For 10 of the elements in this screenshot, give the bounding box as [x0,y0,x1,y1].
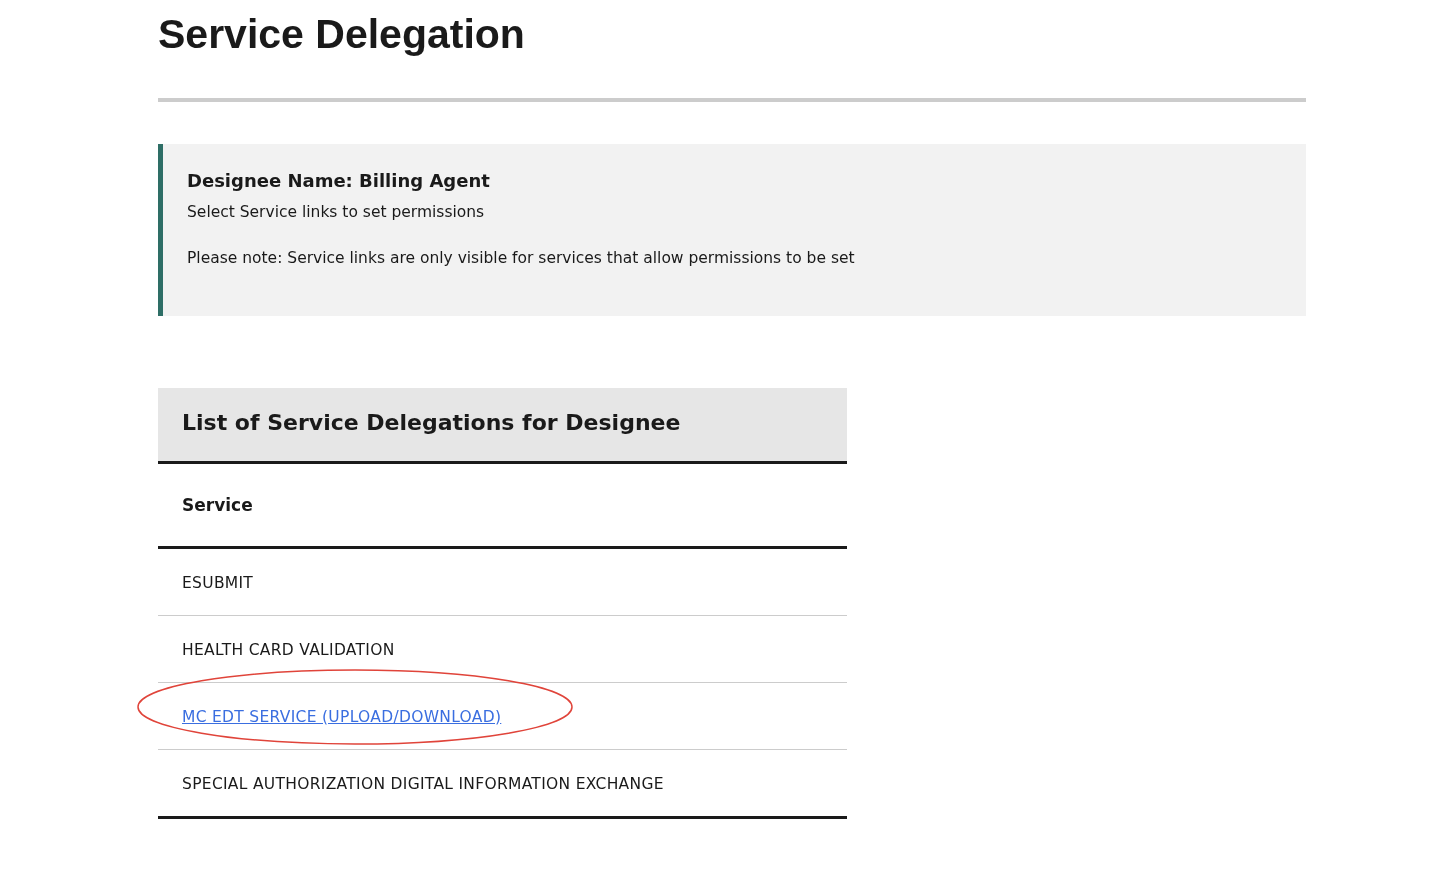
info-text: Please note: Service links are only visible for services that allow permissions to be set [187,249,856,267]
table-cell: HEALTH CARD VALIDATION [182,640,395,659]
page-title: Service Delegation [158,10,526,58]
table-cell: ESUBMIT [182,573,254,592]
column-header: Service [158,464,847,549]
table-caption: List of Service Delegations for Designee [158,388,847,464]
info-text: Select Service links to set permissions [187,203,486,221]
service-link[interactable]: MC EDT SERVICE (UPLOAD/DOWNLOAD) [182,707,502,726]
designee-heading: Designee Name: Billing Agent [187,170,491,191]
table-cell: SPECIAL AUTHORIZATION DIGITAL INFORMATION EXCHANGE [182,774,664,793]
